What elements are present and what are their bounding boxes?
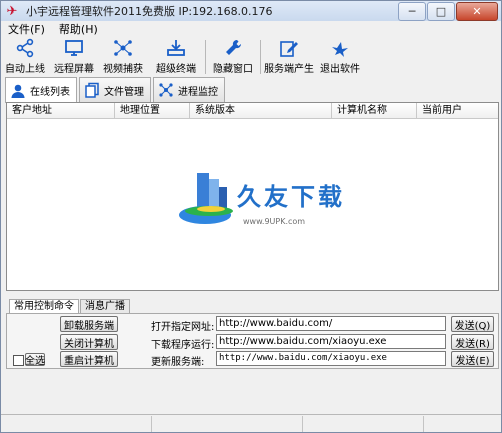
tool-exit[interactable]: 退出软件 — [317, 36, 363, 76]
tool-label: 超级终端 — [156, 64, 196, 75]
select-all-button[interactable]: 全选 — [25, 353, 45, 367]
download-run-input[interactable]: http://www.baidu.com/xiaoyu.exe — [216, 334, 446, 349]
tab-label: 进程监控 — [178, 86, 218, 98]
files-icon — [85, 82, 99, 98]
status-pane — [152, 416, 303, 432]
send-update-button[interactable]: 发送(E) — [451, 351, 494, 367]
tool-label: 自动上线 — [5, 64, 45, 75]
bird-icon — [332, 42, 348, 57]
minimize-button[interactable]: ─ — [398, 2, 426, 21]
tool-auto-online[interactable]: 自动上线 — [1, 36, 49, 76]
select-all-checkbox[interactable] — [13, 355, 24, 366]
tab-common-commands[interactable]: 常用控制命令 — [9, 299, 79, 314]
command-panel: 卸载服务端 关闭计算机 重启计算机 全选 打开指定网址: http://www.… — [6, 313, 499, 369]
column-location[interactable]: 地理位置 — [115, 103, 190, 118]
tool-build-server[interactable]: 服务端产生 — [261, 36, 317, 76]
send-download-button[interactable]: 发送(R) — [451, 334, 494, 350]
update-server-input[interactable]: http://www.baidu.com/xiaoyu.exe — [216, 351, 446, 366]
buildings-logo-icon — [179, 173, 233, 224]
status-pane — [1, 416, 152, 432]
network-icon — [114, 40, 132, 56]
tab-online-list[interactable]: 在线列表 — [5, 77, 77, 103]
tool-label: 隐藏窗口 — [213, 64, 253, 75]
send-url-button[interactable]: 发送(Q) — [451, 316, 494, 332]
watermark-url: www.9UPK.com — [243, 217, 306, 226]
restart-computer-button[interactable]: 重启计算机 — [60, 351, 118, 367]
terminal-icon — [167, 40, 185, 56]
process-icon — [159, 83, 173, 97]
title-bar[interactable]: ✈ 小宇远程管理软件2011免费版 IP:192.168.0.176 ─ □ ✕ — [1, 1, 501, 21]
status-pane — [303, 416, 424, 432]
command-tabs: 常用控制命令 消息广播 — [9, 299, 131, 314]
edit-icon — [280, 41, 298, 57]
open-url-input[interactable]: http://www.baidu.com/ — [216, 316, 446, 331]
share-icon — [16, 38, 34, 58]
app-logo-icon: ✈ — [6, 3, 18, 19]
column-client-address[interactable]: 客户地址 — [7, 103, 115, 118]
tool-label: 退出软件 — [320, 64, 360, 75]
maximize-button[interactable]: □ — [427, 2, 455, 21]
watermark-text: 久友下载 — [237, 182, 345, 211]
tool-video-capture[interactable]: 视频捕获 — [99, 36, 147, 76]
tool-remote-screen[interactable]: 远程屏幕 — [49, 36, 99, 76]
status-bar — [1, 414, 501, 432]
tab-label: 文件管理 — [104, 86, 144, 98]
user-icon — [11, 84, 25, 98]
tool-hide-window[interactable]: 隐藏窗口 — [206, 36, 260, 76]
tool-label: 视频捕获 — [103, 64, 143, 75]
tab-process-monitor[interactable]: 进程监控 — [153, 77, 225, 102]
column-os-version[interactable]: 系统版本 — [190, 103, 332, 118]
column-computer-name[interactable]: 计算机名称 — [332, 103, 417, 118]
window-title: 小宇远程管理软件2011免费版 IP:192.168.0.176 — [26, 5, 273, 18]
menu-help[interactable]: 帮助(H) — [52, 21, 105, 37]
menu-file[interactable]: 文件(F) — [1, 21, 52, 37]
tool-label: 远程屏幕 — [54, 64, 94, 75]
tool-super-terminal[interactable]: 超级终端 — [147, 36, 205, 76]
tab-label: 在线列表 — [30, 87, 70, 98]
column-current-user[interactable]: 当前用户 — [417, 103, 496, 118]
list-header: 客户地址 地理位置 系统版本 计算机名称 当前用户 — [7, 103, 498, 119]
toolbar: 自动上线 远程屏幕 视频捕获 超级终端 隐藏窗口 服务端产生 退出软件 — [1, 36, 501, 76]
tool-label: 服务端产生 — [264, 64, 314, 75]
watermark-logo: 久友下载 www.9UPK.com — [175, 165, 365, 245]
wrench-icon — [226, 39, 242, 55]
download-run-label: 下载程序运行: — [151, 340, 215, 351]
monitor-icon — [65, 40, 83, 56]
shutdown-computer-button[interactable]: 关闭计算机 — [60, 334, 118, 350]
uninstall-server-button[interactable]: 卸载服务端 — [60, 316, 118, 332]
main-tabs: 在线列表 文件管理 进程监控 — [5, 77, 227, 103]
app-window: ✈ 小宇远程管理软件2011免费版 IP:192.168.0.176 ─ □ ✕… — [0, 0, 502, 433]
close-button[interactable]: ✕ — [456, 2, 498, 21]
tab-file-manager[interactable]: 文件管理 — [79, 77, 151, 102]
open-url-label: 打开指定网址: — [151, 322, 215, 333]
client-list[interactable]: 客户地址 地理位置 系统版本 计算机名称 当前用户 久友下载 www.9UPK.… — [6, 102, 499, 291]
menu-bar: 文件(F) 帮助(H) — [1, 21, 501, 36]
update-server-label: 更新服务端: — [151, 357, 205, 368]
tab-message-broadcast[interactable]: 消息广播 — [80, 299, 130, 314]
